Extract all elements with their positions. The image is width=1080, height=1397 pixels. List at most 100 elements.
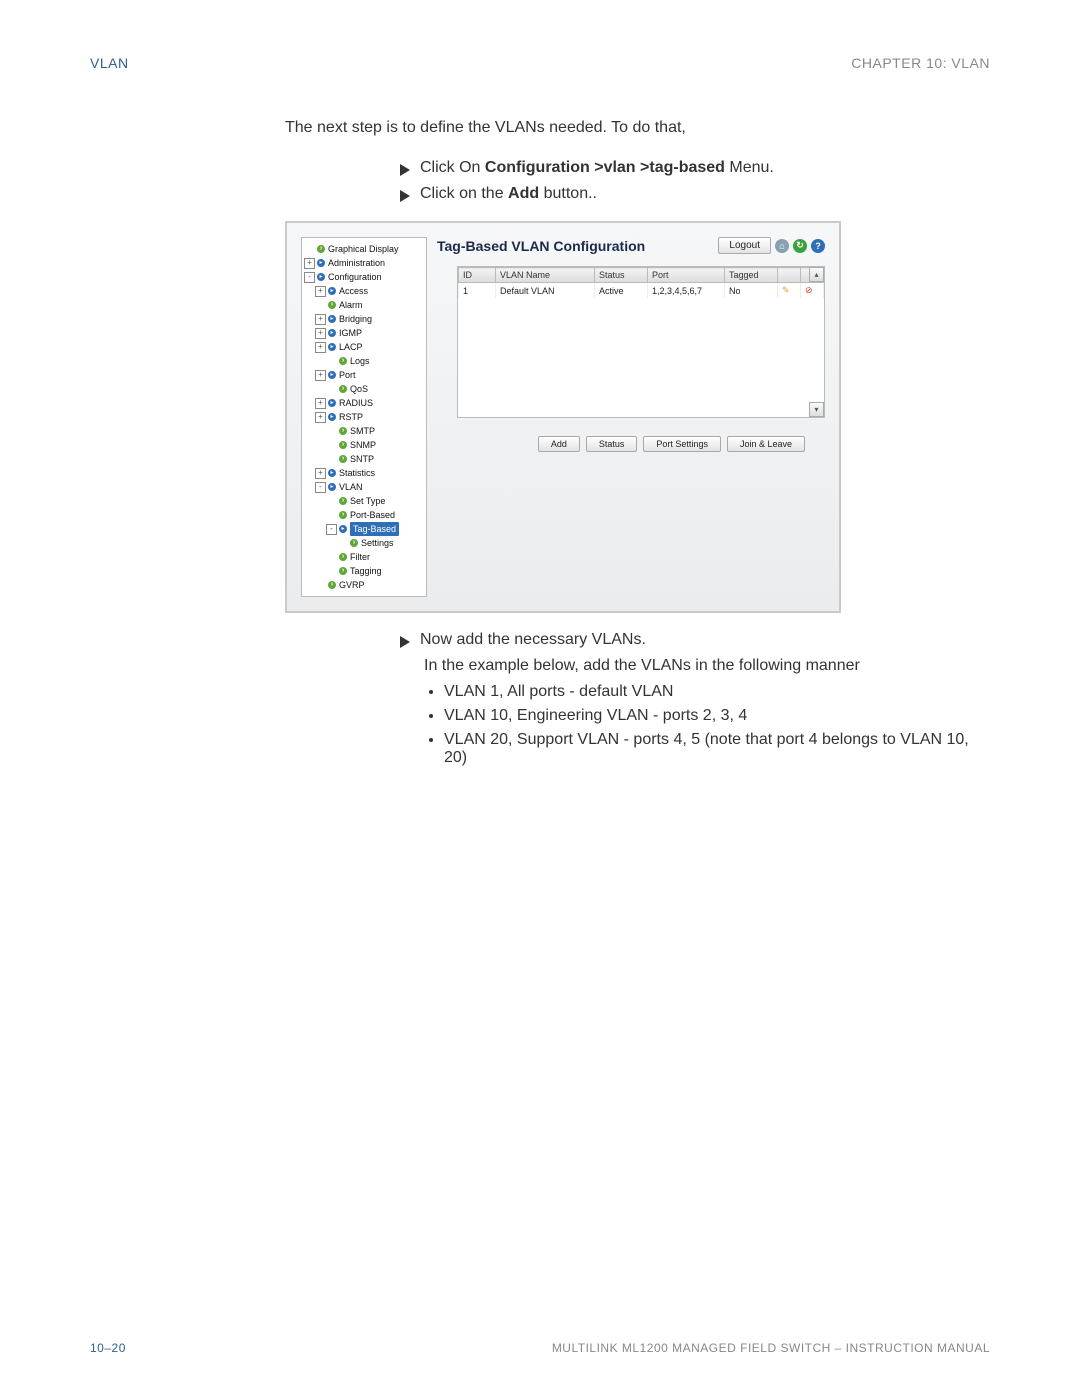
- tree-label: Port-Based: [350, 508, 395, 522]
- branch-icon: ▸: [328, 287, 336, 295]
- triangle-icon: [400, 164, 410, 176]
- tree-label: Logs: [350, 354, 370, 368]
- edit-icon[interactable]: ✎: [778, 283, 801, 299]
- tree-item[interactable]: +▸RADIUS: [304, 396, 424, 410]
- leaf-icon: ›: [328, 301, 336, 309]
- page-number: 10–20: [90, 1341, 126, 1355]
- tree-item[interactable]: ›Logs: [304, 354, 424, 368]
- tree-label: VLAN: [339, 480, 363, 494]
- tree-item[interactable]: ›SNTP: [304, 452, 424, 466]
- leaf-icon: ›: [339, 511, 347, 519]
- table-row[interactable]: 1 Default VLAN Active 1,2,3,4,5,6,7 No ✎…: [459, 283, 824, 299]
- join-leave-button[interactable]: Join & Leave: [727, 436, 805, 452]
- col-id[interactable]: ID: [459, 268, 496, 283]
- step-2: Click on the Add button..: [400, 185, 990, 203]
- tree-item[interactable]: +▸Statistics: [304, 466, 424, 480]
- tree-item[interactable]: ›Filter: [304, 550, 424, 564]
- header-section: Vlan: [90, 55, 129, 71]
- add-button[interactable]: Add: [538, 436, 580, 452]
- tree-label: Administration: [328, 256, 385, 270]
- triangle-icon: [400, 190, 410, 202]
- leaf-icon: ›: [339, 497, 347, 505]
- leaf-icon: ›: [339, 567, 347, 575]
- tree-item[interactable]: ›Port-Based: [304, 508, 424, 522]
- branch-icon: ▸: [328, 399, 336, 407]
- leaf-icon: ›: [339, 455, 347, 463]
- tree-item[interactable]: -▸VLAN: [304, 480, 424, 494]
- refresh-icon[interactable]: ↻: [793, 239, 807, 253]
- port-settings-button[interactable]: Port Settings: [643, 436, 721, 452]
- home-icon[interactable]: ⌂: [775, 239, 789, 253]
- branch-icon: ▸: [339, 525, 347, 533]
- leaf-icon: ›: [339, 357, 347, 365]
- tree-label: QoS: [350, 382, 368, 396]
- tree-item[interactable]: +▸IGMP: [304, 326, 424, 340]
- status-button[interactable]: Status: [586, 436, 638, 452]
- tree-item[interactable]: +▸Port: [304, 368, 424, 382]
- tree-label: Bridging: [339, 312, 372, 326]
- tree-item[interactable]: +▸Bridging: [304, 312, 424, 326]
- branch-icon: ▸: [328, 371, 336, 379]
- tree-item[interactable]: -▸Tag-Based: [304, 522, 424, 536]
- list-item: VLAN 1, All ports - default VLAN: [444, 683, 990, 701]
- col-status[interactable]: Status: [595, 268, 648, 283]
- example-intro: In the example below, add the VLANs in t…: [424, 657, 990, 675]
- tree-label: Access: [339, 284, 368, 298]
- step-3: Now add the necessary VLANs.: [400, 631, 990, 649]
- tree-item[interactable]: +▸Administration: [304, 256, 424, 270]
- tree-label: RADIUS: [339, 396, 373, 410]
- tree-item[interactable]: +▸LACP: [304, 340, 424, 354]
- tree-label: Alarm: [339, 298, 363, 312]
- scroll-up-icon[interactable]: ▴: [809, 267, 824, 282]
- tree-label: GVRP: [339, 578, 365, 592]
- vlan-table: ID VLAN Name Status Port Tagged 1 Defaul…: [457, 266, 825, 418]
- leaf-icon: ›: [350, 539, 358, 547]
- header-chapter: CHAPTER 10: VLAN: [851, 55, 990, 71]
- tree-label: SMTP: [350, 424, 375, 438]
- branch-icon: ▸: [328, 315, 336, 323]
- tree-item[interactable]: ›Tagging: [304, 564, 424, 578]
- help-icon[interactable]: ?: [811, 239, 825, 253]
- branch-icon: ▸: [317, 259, 325, 267]
- intro-text: The next step is to define the VLANs nee…: [285, 119, 990, 137]
- leaf-icon: ›: [317, 245, 325, 253]
- tree-item[interactable]: ›Settings: [304, 536, 424, 550]
- tree-label: Configuration: [328, 270, 382, 284]
- tree-label: Settings: [361, 536, 394, 550]
- leaf-icon: ›: [328, 581, 336, 589]
- tree-item[interactable]: ›Set Type: [304, 494, 424, 508]
- tree-item[interactable]: +▸Access: [304, 284, 424, 298]
- tree-label: SNTP: [350, 452, 374, 466]
- triangle-icon: [400, 636, 410, 648]
- col-port[interactable]: Port: [648, 268, 725, 283]
- col-edit: [778, 268, 801, 283]
- tree-label: LACP: [339, 340, 363, 354]
- branch-icon: ▸: [328, 343, 336, 351]
- tree-item[interactable]: ›SNMP: [304, 438, 424, 452]
- branch-icon: ▸: [328, 469, 336, 477]
- tree-item[interactable]: +▸RSTP: [304, 410, 424, 424]
- tree-item[interactable]: -▸Configuration: [304, 270, 424, 284]
- tree-item[interactable]: ›Graphical Display: [304, 242, 424, 256]
- tree-label: Port: [339, 368, 356, 382]
- delete-icon[interactable]: ⊘: [801, 283, 824, 299]
- branch-icon: ▸: [317, 273, 325, 281]
- embedded-screenshot: ›Graphical Display+▸Administration-▸Conf…: [285, 221, 841, 613]
- col-tagged[interactable]: Tagged: [725, 268, 778, 283]
- col-name[interactable]: VLAN Name: [496, 268, 595, 283]
- branch-icon: ▸: [328, 329, 336, 337]
- tree-label: Graphical Display: [328, 242, 399, 256]
- nav-tree[interactable]: ›Graphical Display+▸Administration-▸Conf…: [301, 237, 427, 597]
- scroll-down-icon[interactable]: ▾: [809, 402, 824, 417]
- tree-item[interactable]: ›QoS: [304, 382, 424, 396]
- tree-label: IGMP: [339, 326, 362, 340]
- step-1: Click On Configuration >vlan >tag-based …: [400, 159, 990, 177]
- tree-label: Statistics: [339, 466, 375, 480]
- logout-button[interactable]: Logout: [718, 237, 771, 254]
- tree-item[interactable]: ›GVRP: [304, 578, 424, 592]
- tree-item[interactable]: ›Alarm: [304, 298, 424, 312]
- list-item: VLAN 10, Engineering VLAN - ports 2, 3, …: [444, 707, 990, 725]
- branch-icon: ▸: [328, 483, 336, 491]
- list-item: VLAN 20, Support VLAN - ports 4, 5 (note…: [444, 731, 990, 767]
- tree-item[interactable]: ›SMTP: [304, 424, 424, 438]
